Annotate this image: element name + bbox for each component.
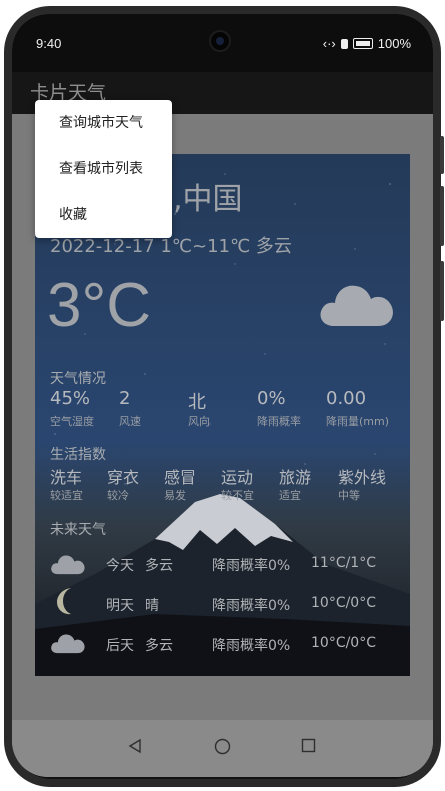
volume-down-button xyxy=(440,186,444,246)
humidity-value: 45% xyxy=(50,388,91,409)
humidity-label: 空气湿度 xyxy=(50,415,94,428)
square-recents-icon[interactable] xyxy=(301,738,316,753)
rain-probability-label: 降雨概率 xyxy=(257,415,301,428)
forecast-rain-probability: 降雨概率0% xyxy=(212,558,291,574)
life-index-cold-level: 易发 xyxy=(164,489,186,502)
current-temperature: 3°C xyxy=(47,271,152,340)
battery-level: 100% xyxy=(377,36,411,51)
forecast-day: 后天 xyxy=(106,638,134,654)
power-button xyxy=(440,261,444,321)
volume-up-button xyxy=(440,136,444,174)
life-index-dressing-level: 较冷 xyxy=(107,489,129,502)
menu-item-city-list[interactable]: 查看城市列表 xyxy=(35,146,172,192)
overflow-menu: 查询城市天气 查看城市列表 收藏 xyxy=(35,100,172,238)
battery-icon xyxy=(352,38,373,49)
moon-icon xyxy=(57,588,71,615)
triangle-back-icon[interactable] xyxy=(127,738,143,754)
notification-icon xyxy=(340,38,348,49)
circle-home-icon[interactable] xyxy=(214,738,231,755)
menu-item-search-city-weather[interactable]: 查询城市天气 xyxy=(35,100,172,146)
forecast-rain-probability: 降雨概率0% xyxy=(212,638,291,654)
life-index-section-title: 生活指数 xyxy=(50,447,106,463)
life-index-sport-level: 较不宜 xyxy=(221,489,254,502)
forecast-condition: 晴 xyxy=(145,598,159,614)
forecast-day: 今天 xyxy=(106,558,134,574)
status-bar: 9:40 ‹·› 100% xyxy=(12,14,433,72)
life-index-uv: 紫外线 xyxy=(338,468,387,487)
life-index-dressing: 穿衣 xyxy=(107,468,140,487)
forecast-temperature-range: 10°C/0°C xyxy=(311,595,376,611)
life-index-sport: 运动 xyxy=(221,468,254,487)
forecast-condition: 多云 xyxy=(145,558,173,574)
screen: 9:40 ‹·› 100% 卡片天气 川,中国 2022-12-17 1℃~11… xyxy=(12,14,433,777)
forecast-section-title: 未来天气 xyxy=(50,522,106,538)
menu-item-favorites[interactable]: 收藏 xyxy=(35,192,172,238)
status-icons: ‹·› 100% xyxy=(323,36,411,51)
status-time: 9:40 xyxy=(36,36,62,51)
life-index-uv-level: 中等 xyxy=(338,489,360,502)
details-section-title: 天气情况 xyxy=(50,371,106,387)
cloud-icon xyxy=(320,285,393,326)
cloud-icon xyxy=(51,634,85,654)
front-camera xyxy=(209,30,231,52)
rainfall-value: 0.00 xyxy=(326,388,367,409)
life-index-car-wash-level: 较适宜 xyxy=(50,489,83,502)
forecast-temperature-range: 11°C/1°C xyxy=(311,555,376,571)
life-index-cold: 感冒 xyxy=(164,468,197,487)
life-index-travel: 旅游 xyxy=(279,468,312,487)
system-navigation-bar xyxy=(12,720,433,777)
rain-probability-value: 0% xyxy=(257,388,286,409)
wind-speed-value: 2 xyxy=(119,388,131,409)
wind-direction-label: 风向 xyxy=(188,415,210,428)
life-index-car-wash: 洗车 xyxy=(50,468,83,487)
cloud-icon xyxy=(51,555,85,575)
forecast-day: 明天 xyxy=(106,598,134,614)
life-index-travel-level: 适宜 xyxy=(279,489,301,502)
wind-direction-value: 北 xyxy=(188,392,206,413)
forecast-rain-probability: 降雨概率0% xyxy=(212,598,291,614)
wind-speed-label: 风速 xyxy=(119,415,141,428)
data-transfer-icon: ‹·› xyxy=(322,36,336,51)
forecast-temperature-range: 10°C/0°C xyxy=(311,635,376,651)
rainfall-label: 降雨量(mm) xyxy=(326,415,390,428)
forecast-condition: 多云 xyxy=(145,638,173,654)
